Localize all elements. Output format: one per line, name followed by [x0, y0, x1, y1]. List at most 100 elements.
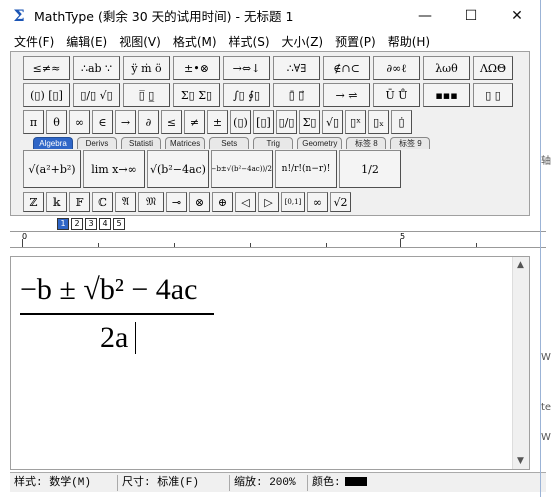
dot-accent-button[interactable]: ▯̇	[391, 110, 412, 134]
fences-palette-button[interactable]: (▯) [▯]	[23, 83, 70, 107]
scroll-down-icon[interactable]: ▼	[517, 456, 524, 466]
spaces-palette-button[interactable]: ∴ab ∵	[73, 56, 120, 80]
parentheses-button[interactable]: (▯)	[230, 110, 251, 134]
left-triangle-button[interactable]: ◁	[235, 192, 256, 212]
mathtype-app-icon: Σ	[13, 5, 25, 25]
template-discriminant[interactable]: √(b²−4ac)	[147, 150, 209, 188]
sets-palette-button[interactable]: ∉∩⊂	[323, 56, 370, 80]
bars-palette-button[interactable]: ▯̄ ▯⃗	[273, 83, 320, 107]
element-of-button[interactable]: ∈	[92, 110, 113, 134]
relations-palette-button[interactable]: ≤≠≈	[23, 56, 70, 80]
size-button-5[interactable]: 5	[113, 218, 125, 230]
greek-upper-palette-button[interactable]: ΛΩΘ	[473, 56, 513, 80]
tab-matrices[interactable]: Matrices	[165, 137, 206, 149]
multimap-button[interactable]: ⊸	[166, 192, 187, 212]
field-f-button[interactable]: 𝔽	[69, 192, 90, 212]
fraktur-a-button[interactable]: 𝔄	[115, 192, 136, 212]
infinity-small-button[interactable]: ∞	[307, 192, 328, 212]
menu-style[interactable]: 样式(S)	[223, 33, 276, 50]
tab-statistics[interactable]: Statisti	[121, 137, 161, 149]
template-combination[interactable]: n!/r!(n−r)!	[275, 150, 337, 188]
ruler-tick	[326, 243, 327, 247]
theta-button[interactable]: θ	[46, 110, 67, 134]
less-equal-button[interactable]: ≤	[161, 110, 182, 134]
summation-palette-button[interactable]: Σ▯ Σ▯	[173, 83, 220, 107]
pi-button[interactable]: π	[23, 110, 44, 134]
logic-palette-button[interactable]: ∴∀∃	[273, 56, 320, 80]
template-quadratic-formula[interactable]: (−b±√(b²−4ac))/2a	[211, 150, 273, 188]
integrals-palette-button[interactable]: ∫▯ ∮▯	[223, 83, 270, 107]
menu-view[interactable]: 视图(V)	[113, 33, 167, 50]
embellishments-palette-button[interactable]: ÿ ṁ ö	[123, 56, 170, 80]
arrows-palette-button[interactable]: →⇔↓	[223, 56, 270, 80]
maximize-button[interactable]: ☐	[448, 0, 494, 31]
background-text: te	[541, 402, 552, 413]
minimize-button[interactable]: —	[402, 0, 448, 31]
tab-geometry[interactable]: Geometry	[297, 137, 343, 149]
size-button-3[interactable]: 3	[85, 218, 97, 230]
superscript-button[interactable]: ▯ˣ	[345, 110, 366, 134]
matrices-palette-button[interactable]: ▪▪▪	[423, 83, 470, 107]
menu-file[interactable]: 文件(F)	[8, 33, 60, 50]
size-button-4[interactable]: 4	[99, 218, 111, 230]
ruler-tick	[400, 239, 401, 247]
greek-lower-palette-button[interactable]: λωθ	[423, 56, 470, 80]
not-equal-button[interactable]: ≠	[184, 110, 205, 134]
partial-button[interactable]: ∂	[138, 110, 159, 134]
tab-derivs[interactable]: Derivs	[77, 137, 117, 149]
scroll-up-icon[interactable]: ▲	[517, 260, 524, 270]
menu-help[interactable]: 帮助(H)	[382, 33, 436, 50]
infinity-button[interactable]: ∞	[69, 110, 90, 134]
subscript-button[interactable]: ▯ₓ	[368, 110, 389, 134]
menu-format[interactable]: 格式(M)	[167, 33, 223, 50]
toolbar-row-3: π θ ∞ ∈ → ∂ ≤ ≠ ± (▯) [▯] ▯/▯ Σ▯ √▯ ▯ˣ ▯…	[23, 110, 412, 134]
minimize-icon: —	[418, 7, 432, 24]
window-border	[540, 0, 541, 497]
right-arrow-button[interactable]: →	[115, 110, 136, 134]
tab-label-8[interactable]: 标签 8	[346, 137, 387, 149]
close-button[interactable]: ✕	[494, 0, 540, 31]
template-sqrt-sum-squares[interactable]: √(a²+b²)	[23, 150, 81, 188]
products-palette-button[interactable]: Ū Ů	[373, 83, 420, 107]
plus-minus-button[interactable]: ±	[207, 110, 228, 134]
size-button-2[interactable]: 2	[71, 218, 83, 230]
fraction-button[interactable]: ▯/▯	[276, 110, 297, 134]
ruler[interactable]: 0 5	[10, 231, 546, 248]
menu-size[interactable]: 大小(Z)	[276, 33, 330, 50]
sqrt-two-button[interactable]: √2	[330, 192, 351, 212]
interval-button[interactable]: [0,1]	[281, 192, 305, 212]
fraktur-m-button[interactable]: 𝔐	[138, 192, 164, 212]
template-limit[interactable]: lim x→∞	[83, 150, 145, 188]
menu-edit[interactable]: 编辑(E)	[60, 33, 113, 50]
circled-times-button[interactable]: ⊗	[189, 192, 210, 212]
complex-set-button[interactable]: ℂ	[92, 192, 113, 212]
fractions-palette-button[interactable]: ▯/▯ √▯	[73, 83, 120, 107]
integers-set-button[interactable]: ℤ	[23, 192, 44, 212]
sum-button[interactable]: Σ▯	[299, 110, 320, 134]
menu-preferences[interactable]: 预置(P)	[329, 33, 382, 50]
equation-editor[interactable]: −b ± √b² − 4ac 2a ▲ ▼	[10, 256, 530, 470]
tab-sets[interactable]: Sets	[209, 137, 250, 149]
size-button-1[interactable]: 1	[57, 218, 69, 230]
fraction-numerator: −b ± √b² − 4ac	[20, 273, 198, 306]
tab-trig[interactable]: Trig	[253, 137, 294, 149]
boxes-palette-button[interactable]: ▯ ▯	[473, 83, 513, 107]
brackets-button[interactable]: [▯]	[253, 110, 274, 134]
right-triangle-button[interactable]: ▷	[258, 192, 279, 212]
misc-palette-button[interactable]: ∂∞ℓ	[373, 56, 420, 80]
vertical-scrollbar[interactable]: ▲ ▼	[512, 257, 529, 469]
tab-label-9[interactable]: 标签 9	[390, 137, 431, 149]
labeled-arrows-palette-button[interactable]: → ⇌	[323, 83, 370, 107]
field-k-button[interactable]: 𝕜	[46, 192, 67, 212]
background-text: W	[541, 352, 551, 363]
status-style: 样式: 数学(M)	[10, 474, 118, 491]
circled-plus-button[interactable]: ⊕	[212, 192, 233, 212]
operators-palette-button[interactable]: ±•⊗	[173, 56, 220, 80]
template-one-half[interactable]: 1/2	[339, 150, 401, 188]
background-text: 轴	[541, 156, 551, 167]
subscript-palette-button[interactable]: ▯̅ ▯̲	[123, 83, 170, 107]
sqrt-button[interactable]: √▯	[322, 110, 343, 134]
toolbar-row-1: ≤≠≈ ∴ab ∵ ÿ ṁ ö ±•⊗ →⇔↓ ∴∀∃ ∉∩⊂ ∂∞ℓ λωθ …	[23, 56, 513, 80]
tab-algebra[interactable]: Algebra	[33, 137, 73, 149]
status-zoom: 缩放: 200%	[230, 474, 308, 491]
